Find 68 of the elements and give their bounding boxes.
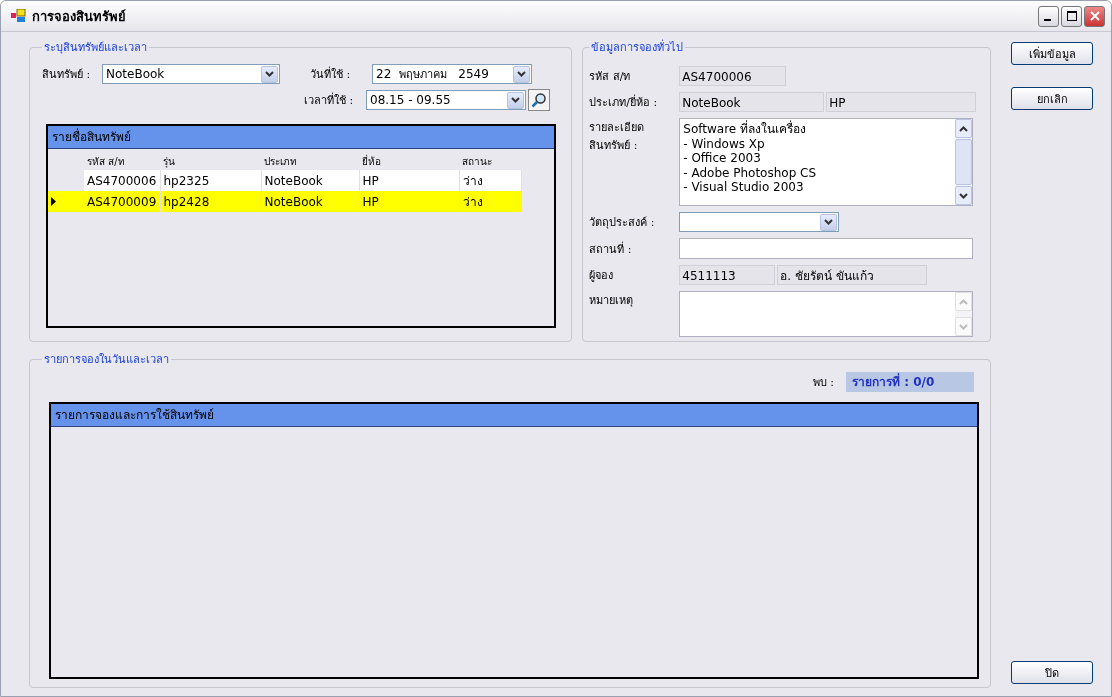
table-cell: HP: [359, 170, 459, 191]
maximize-button[interactable]: [1061, 5, 1082, 27]
field-label: ประเภท/ยี่ห้อ :: [589, 93, 659, 111]
table-cell: ว่าง: [459, 170, 521, 191]
action-button[interactable]: เพิ่มข้อมูล: [1011, 42, 1093, 65]
scroll-down-icon: [955, 317, 973, 336]
table-cell: NoteBook: [261, 191, 359, 212]
table-row[interactable]: AS4700009 hp2428 NoteBook HP ว่าง: [48, 191, 521, 212]
scroll-up-icon: [955, 119, 973, 138]
type-field: NoteBook: [679, 92, 825, 112]
column-header: ประเภท: [261, 152, 359, 170]
text-line: - Visual Studio 2003: [683, 180, 805, 195]
table-cell: hp2325: [160, 170, 261, 191]
window-title: การจองสินทรัพย์: [32, 7, 126, 26]
text-line: Software ที่ลงในเครื่อง: [683, 122, 807, 137]
grid-title: รายชื่อสินทรัพย์: [48, 126, 554, 149]
field-label: รหัส ส/ท: [589, 69, 632, 85]
column-header: ยี่ห้อ: [359, 152, 459, 170]
place-input-field[interactable]: [679, 238, 974, 259]
brand-field: HP: [826, 92, 977, 112]
app-icon: [11, 9, 27, 23]
close-button[interactable]: [1084, 5, 1105, 27]
booker-id-field: 4511113: [679, 265, 776, 285]
group-title: รายการจองในวันและเวลา: [43, 352, 170, 368]
table-row[interactable]: AS4700006 hp2325 NoteBook HP ว่าง: [48, 170, 521, 191]
purpose-dropdown[interactable]: [679, 212, 840, 232]
grid-title: รายการจองและการใช้สินทรัพย์: [51, 404, 977, 427]
date-picker[interactable]: 22 พฤษภาคม 2549: [372, 64, 532, 84]
maximize-icon: [1066, 11, 1077, 21]
column-header: สถานะ: [459, 152, 521, 170]
text-line: - Office 2003: [683, 151, 762, 166]
field-label: เวลาที่ใช้ :: [304, 91, 355, 109]
table-cell: ว่าง: [459, 191, 521, 212]
action-button[interactable]: ยกเลิก: [1011, 87, 1093, 110]
field-label: รายละเอียด สินทรัพย์ :: [589, 120, 646, 154]
minimize-button[interactable]: [1038, 5, 1059, 27]
minimize-icon: [1044, 19, 1051, 21]
booker-name-field: อ. ชัยรัตน์ ขันแก้ว: [777, 265, 928, 285]
text-line: - Windows Xp: [683, 136, 766, 151]
scroll-down-icon: [955, 186, 973, 205]
group-title: ระบุสินทรัพย์และเวลา: [43, 40, 148, 56]
table-cell: NoteBook: [261, 170, 359, 191]
row-pointer-icon: [51, 196, 56, 206]
asset-dropdown[interactable]: NoteBook: [102, 64, 280, 84]
column-header: รุ่น: [160, 152, 261, 170]
scrollbar[interactable]: [955, 119, 973, 205]
scroll-up-icon: [955, 292, 973, 311]
table-cell: hp2428: [160, 191, 261, 212]
field-label: วัตถุประสงค์ :: [589, 215, 656, 231]
text-line: - Adobe Photoshop CS: [683, 165, 818, 180]
column-header: รหัส ส/ท: [84, 152, 160, 170]
record-counter: รายการที่ : 0/0: [846, 372, 974, 392]
code-field: AS4700006: [679, 66, 787, 86]
found-label: พบ :: [812, 375, 834, 391]
group-title: ข้อมูลการจองทั่วไป: [590, 38, 685, 56]
field-label: ผู้จอง: [589, 268, 615, 284]
table-cell: AS4700009: [84, 191, 160, 212]
close-icon: [1089, 11, 1100, 21]
field-label: สถานที่ :: [589, 240, 633, 258]
field-label: สินทรัพย์ :: [42, 67, 92, 83]
time-dropdown[interactable]: 08.15 - 09.55: [366, 90, 526, 110]
field-label: หมายเหตุ: [589, 293, 635, 309]
table-cell: HP: [359, 191, 459, 212]
close-window-button[interactable]: ปิด: [1011, 661, 1093, 684]
details-text-area[interactable]: Software ที่ลงในเครื่อง - Windows Xp - Office 2003 - Adobe Photoshop CS - Visual Studio 2003: [679, 118, 974, 206]
field-label: วันที่ใช้ :: [310, 65, 352, 83]
search-button[interactable]: [528, 89, 550, 111]
table-cell: AS4700006: [84, 170, 160, 191]
